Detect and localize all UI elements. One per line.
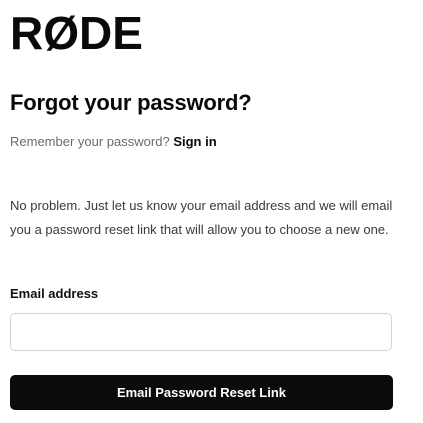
email-field[interactable] [10, 313, 392, 351]
signin-prompt: Remember your password? Sign in [10, 134, 217, 150]
rode-logo: RØDE [10, 7, 143, 59]
explanation-text: No problem. Just let us know your email … [10, 198, 393, 237]
page-title: Forgot your password? [10, 90, 252, 115]
sign-in-link[interactable]: Sign in [173, 134, 216, 149]
signin-prompt-text: Remember your password? [10, 134, 170, 149]
email-reset-link-button[interactable]: Email Password Reset Link [10, 375, 393, 410]
email-field-label: Email address [10, 286, 99, 301]
